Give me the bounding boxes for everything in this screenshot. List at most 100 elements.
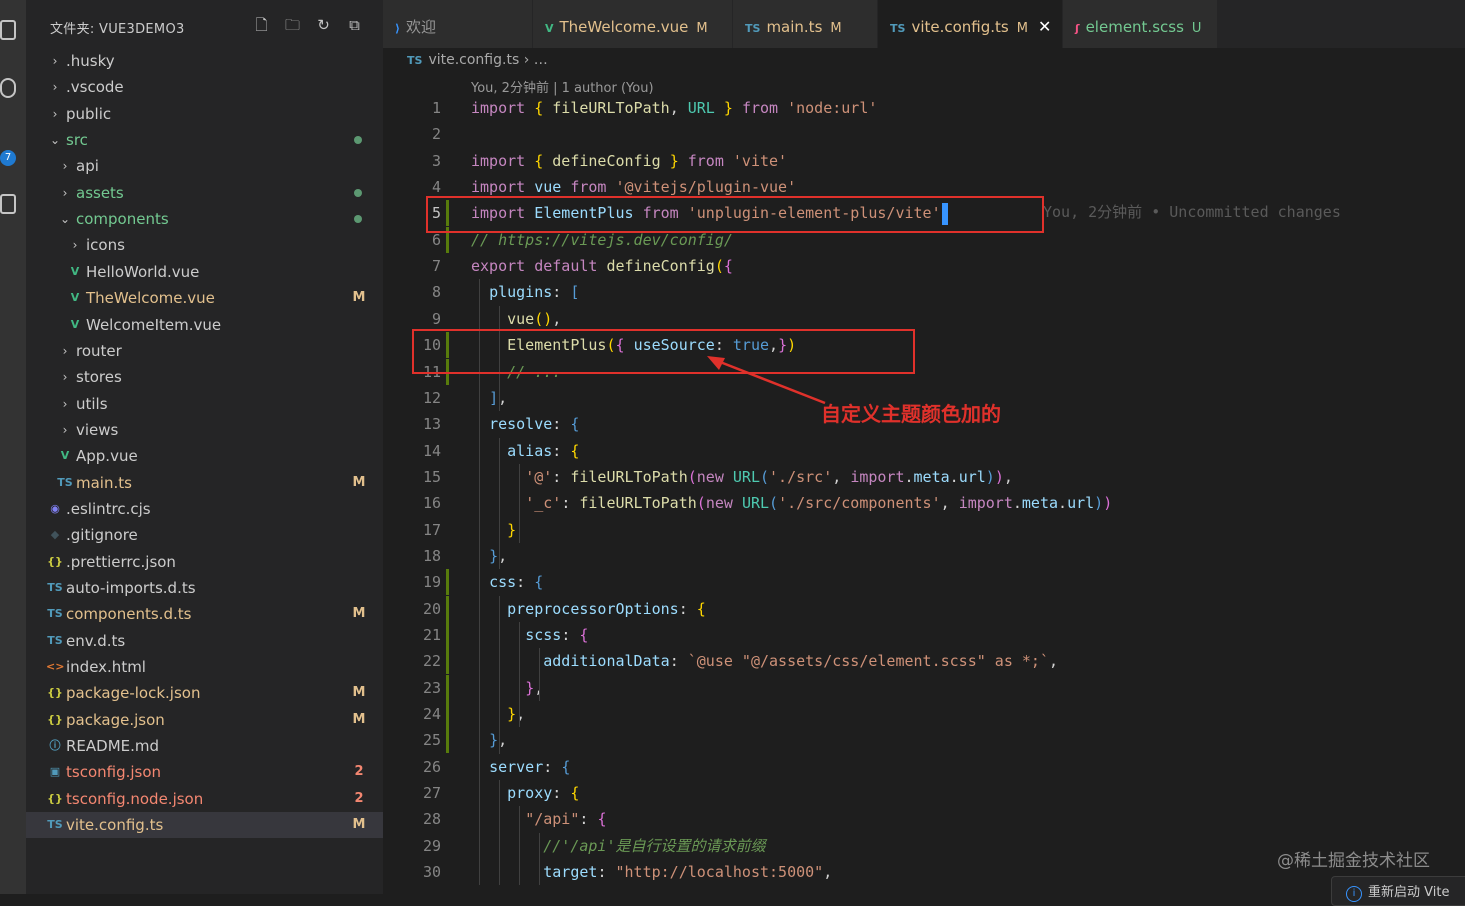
tab-git-status: U	[1191, 21, 1202, 36]
codelens-blame[interactable]: You, 2分钟前 | 1 author (You)	[471, 77, 654, 96]
code-line[interactable]: }	[471, 517, 516, 543]
code-token: fileURLToPath	[552, 99, 670, 117]
tree-item[interactable]: <> index.html	[26, 654, 383, 680]
extensions-icon[interactable]	[0, 194, 16, 214]
code-line[interactable]: },	[471, 543, 507, 569]
vue-file-icon: V	[545, 22, 554, 35]
code-line[interactable]: '_c': fileURLToPath(new URL('./src/compo…	[471, 490, 1112, 516]
code-line[interactable]: css: {	[471, 569, 543, 595]
tree-item-label: views	[76, 420, 119, 439]
tree-item[interactable]: ◆ .gitignore	[26, 522, 383, 548]
tree-item[interactable]: › utils	[26, 391, 383, 417]
editor-tab[interactable]: ⟩ 欢迎	[383, 0, 533, 48]
code-line[interactable]: proxy: {	[471, 780, 579, 806]
code-line[interactable]: vue(),	[471, 306, 561, 332]
tree-item[interactable]: {} tsconfig.node.json 2	[26, 786, 383, 812]
tree-item[interactable]: TS auto-imports.d.ts	[26, 575, 383, 601]
breadcrumb-rest[interactable]: …	[534, 52, 548, 68]
code-line[interactable]: import { fileURLToPath, URL } from 'node…	[471, 95, 877, 121]
editor-tab[interactable]: ʃ element.scss U	[1063, 0, 1218, 48]
code-token: url	[1067, 494, 1095, 513]
code-token: (	[714, 257, 724, 276]
chevron-right-icon[interactable]: ›	[58, 153, 72, 179]
notification-toast[interactable]: i 重新启动 Vite	[1331, 876, 1465, 906]
code-token: scss	[525, 626, 562, 644]
tree-item[interactable]: TS main.ts M	[26, 470, 383, 496]
close-icon[interactable]: ✕	[1038, 17, 1051, 36]
tree-item[interactable]: {} .prettierrc.json	[26, 549, 383, 575]
editor-tab[interactable]: V TheWelcome.vue M	[533, 0, 733, 48]
tree-item[interactable]: {} package-lock.json M	[26, 680, 383, 706]
code-line[interactable]: target: "http://localhost:5000",	[471, 859, 832, 885]
code-line[interactable]: '@': fileURLToPath(new URL('./src', impo…	[471, 464, 1013, 490]
tree-item[interactable]: {} package.json M	[26, 707, 383, 733]
code-line[interactable]: ],	[471, 385, 507, 411]
editor-tab[interactable]: TS vite.config.ts M ✕	[878, 0, 1063, 48]
tree-item[interactable]: TS env.d.ts	[26, 628, 383, 654]
explorer-icon[interactable]	[0, 20, 16, 40]
code-line[interactable]: //'/api'是自行设置的请求前缀	[471, 833, 765, 859]
chevron-right-icon[interactable]: ›	[58, 338, 72, 364]
code-line[interactable]: server: {	[471, 754, 570, 780]
chevron-right-icon[interactable]: ›	[58, 364, 72, 390]
tree-item[interactable]: TS components.d.ts M	[26, 601, 383, 627]
tree-item[interactable]: ▣ tsconfig.json 2	[26, 759, 383, 785]
tree-item[interactable]: V WelcomeItem.vue	[26, 312, 383, 338]
code-line[interactable]: additionalData: `@use "@/assets/css/elem…	[471, 648, 1058, 674]
chevron-down-icon[interactable]: ⌄	[58, 206, 72, 232]
code-line[interactable]: resolve: {	[471, 411, 579, 437]
code-line[interactable]: scss: {	[471, 622, 588, 648]
tree-item[interactable]: ⓘ README.md	[26, 733, 383, 759]
tree-item[interactable]: › .vscode	[26, 74, 383, 100]
chevron-right-icon[interactable]: ›	[48, 74, 62, 100]
search-icon[interactable]	[0, 78, 16, 98]
tree-item-label: WelcomeItem.vue	[86, 315, 222, 334]
tree-item[interactable]: V App.vue	[26, 443, 383, 469]
tree-item[interactable]: V TheWelcome.vue M	[26, 285, 383, 311]
line-number: 22	[422, 652, 441, 671]
code-line[interactable]: export default defineConfig({	[471, 253, 733, 279]
breadcrumb-file[interactable]: vite.config.ts	[428, 52, 519, 68]
code-line[interactable]: "/api": {	[471, 806, 606, 832]
new-folder-icon[interactable]: 🗀	[283, 16, 302, 35]
code-line[interactable]: plugins: [	[471, 279, 579, 305]
tree-item[interactable]: ◉ .eslintrc.cjs	[26, 496, 383, 522]
refresh-icon[interactable]: ↻	[314, 16, 333, 35]
tree-item[interactable]: › router	[26, 338, 383, 364]
tree-item[interactable]: › api	[26, 153, 383, 179]
tree-item[interactable]: V HelloWorld.vue	[26, 259, 383, 285]
git-status-badge: M	[352, 685, 366, 701]
chevron-right-icon[interactable]: ›	[48, 101, 62, 127]
tree-item[interactable]: › assets	[26, 180, 383, 206]
code-token: :	[552, 283, 571, 302]
code-line[interactable]: },	[471, 675, 543, 701]
notification-text: 重新启动 Vite	[1368, 885, 1450, 900]
chevron-down-icon[interactable]: ⌄	[48, 127, 62, 153]
code-line[interactable]: import { defineConfig } from 'vite'	[471, 148, 787, 174]
chevron-right-icon[interactable]: ›	[48, 48, 62, 74]
tree-item-label: auto-imports.d.ts	[66, 579, 196, 597]
tree-item[interactable]: › views	[26, 417, 383, 443]
new-file-icon[interactable]: 🗋	[252, 16, 271, 35]
chevron-right-icon[interactable]: ›	[58, 391, 72, 417]
code-token: {	[534, 99, 544, 117]
tree-item[interactable]: › stores	[26, 364, 383, 390]
tree-item[interactable]: › public	[26, 101, 383, 127]
line-number: 15	[422, 467, 441, 486]
chevron-right-icon[interactable]: ›	[68, 232, 82, 258]
code-line[interactable]: },	[471, 727, 507, 753]
tree-item[interactable]: TS vite.config.ts M	[26, 812, 383, 839]
tree-item[interactable]: › icons	[26, 232, 383, 258]
code-line[interactable]: preprocessorOptions: {	[471, 596, 706, 622]
editor-tab[interactable]: TS main.ts M	[733, 0, 878, 48]
chevron-right-icon[interactable]: ›	[58, 180, 72, 206]
chevron-right-icon[interactable]: ›	[58, 417, 72, 443]
tree-item[interactable]: ⌄ src	[26, 127, 383, 153]
breadcrumb[interactable]: TS vite.config.ts › …	[407, 52, 548, 68]
tree-item[interactable]: › .husky	[26, 48, 383, 74]
tree-item[interactable]: ⌄ components	[26, 206, 383, 232]
collapse-all-icon[interactable]: ⧉	[345, 16, 364, 35]
source-control-badge[interactable]: 7	[0, 150, 16, 166]
code-line[interactable]: alias: {	[471, 438, 579, 464]
